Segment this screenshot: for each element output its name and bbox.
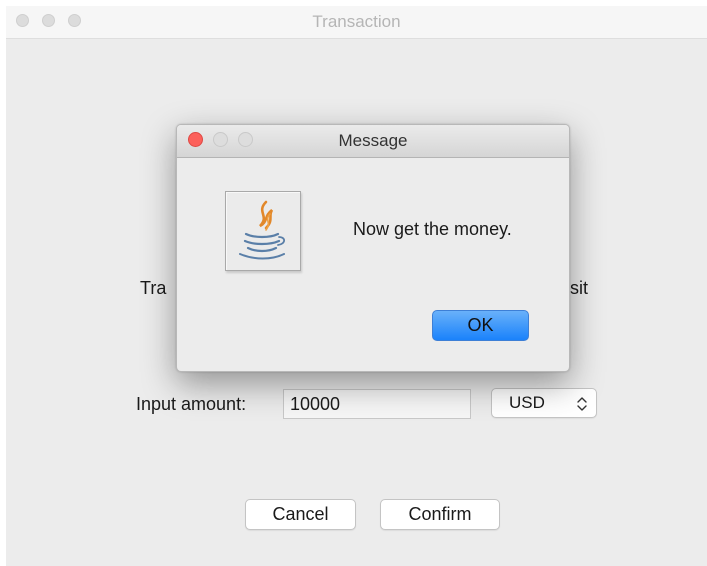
amount-input[interactable] (283, 389, 471, 419)
java-coffee-cup-icon (225, 191, 301, 271)
message-dialog: Message Now get the money. OK (176, 124, 570, 372)
window-titlebar[interactable]: Transaction (6, 6, 707, 39)
cancel-button[interactable]: Cancel (245, 499, 356, 530)
confirm-button[interactable]: Confirm (380, 499, 500, 530)
dialog-titlebar[interactable]: Message (177, 125, 569, 158)
amount-label: Input amount: (136, 394, 247, 414)
window-title: Transaction (312, 12, 401, 31)
currency-select[interactable]: USD (491, 388, 597, 418)
chevron-up-down-icon (577, 397, 587, 411)
transaction-window: Transaction Tra osit Input amount: USD C… (6, 6, 707, 566)
currency-selected-value: USD (509, 393, 545, 412)
dialog-message: Now get the money. (353, 219, 512, 239)
transaction-type-label: Tra (140, 278, 167, 298)
ok-button[interactable]: OK (432, 310, 529, 341)
dialog-title: Message (338, 131, 408, 150)
